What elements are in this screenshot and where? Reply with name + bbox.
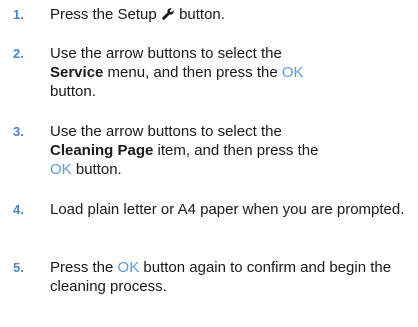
ok-button-label: OK	[50, 161, 72, 178]
ok-button-label: OK	[281, 64, 304, 81]
step-text-before: Use the arrow buttons to select the	[50, 45, 282, 62]
ok-button-label: OK	[117, 259, 140, 276]
item-name-cleaning-page: Cleaning Page	[50, 142, 154, 159]
step-text-before: Press the Setup	[50, 6, 161, 23]
step-text-after: button.	[71, 161, 122, 178]
step-text: Load plain letter or A4 paper when you a…	[50, 201, 405, 218]
step-number: 5.	[13, 260, 24, 275]
step-text: Press the Setup button.	[50, 5, 412, 24]
step-text-before: Use the arrow buttons to select the	[50, 123, 282, 140]
step-text-after: button.	[50, 83, 96, 100]
step-text-middle: item, and then press the	[153, 142, 319, 159]
step-text: Use the arrow buttons to select the Clea…	[50, 122, 412, 179]
step-text: Press the OK button again to confirm and…	[50, 258, 412, 296]
step-text-after: button.	[174, 6, 225, 23]
menu-name-service: Service	[50, 64, 104, 81]
step-number: 1.	[13, 7, 24, 22]
step-text-before: Press the	[50, 259, 118, 276]
step-number: 2.	[13, 46, 24, 61]
step-number: 3.	[13, 124, 24, 139]
step-text-middle: menu, and then press the	[103, 64, 282, 81]
wrench-icon	[162, 8, 174, 20]
step-number: 4.	[13, 202, 24, 217]
step-text: Use the arrow buttons to select the Serv…	[50, 44, 412, 101]
